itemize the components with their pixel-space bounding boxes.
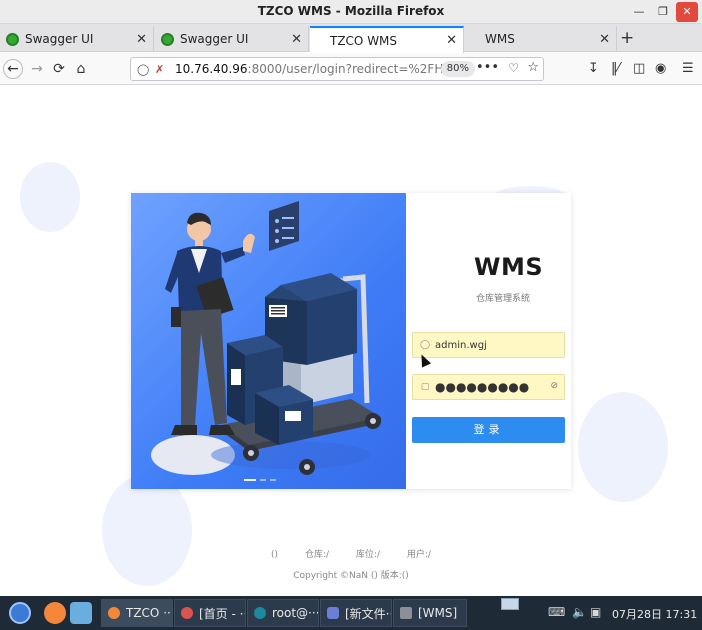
taskbar-item-browser[interactable]: [首页 - ··· — [174, 599, 246, 627]
tab-swagger-ui-1[interactable]: Swagger UI ✕ — [0, 26, 154, 52]
page-actions-more-icon[interactable]: ••• — [476, 60, 499, 75]
folder-icon — [400, 607, 412, 619]
page-viewport: WMS 仓库管理系统 ◯ admin.wgj ▢ ●●●●●●●●● ⊘ 登录 … — [0, 86, 702, 596]
background-decoration — [20, 162, 80, 232]
footer-link[interactable]: 用户:/ — [407, 550, 431, 560]
firefox-launcher-icon[interactable] — [44, 602, 66, 624]
hamburger-menu-icon[interactable]: ☰ — [682, 61, 694, 76]
brand-subtitle: 仓库管理系统 — [476, 294, 531, 304]
tab-strip: Swagger UI ✕ Swagger UI ✕ TZCO WMS ✕ WMS… — [0, 24, 702, 53]
address-bar[interactable]: ◯ ✗ 10.76.40.96:8000/user/login?redirect… — [130, 57, 544, 81]
password-value: ●●●●●●●●● — [435, 380, 530, 394]
insecure-lock-icon[interactable]: ✗ — [155, 63, 169, 76]
window-title: TZCO WMS - Mozilla Firefox — [257, 4, 445, 18]
warehouse-illustration — [131, 193, 406, 489]
home-icon[interactable]: ⌂ — [70, 58, 92, 80]
footer-link[interactable]: () — [271, 550, 278, 560]
zoom-level-badge[interactable]: 80% — [440, 61, 475, 77]
brand-title: WMS — [474, 253, 544, 281]
tab-label: TZCO WMS — [330, 33, 398, 48]
downloads-icon[interactable]: ↧ — [588, 61, 599, 76]
tab-wms[interactable]: WMS ✕ — [465, 26, 617, 52]
taskbar-item-editor[interactable]: [新文件··· — [320, 599, 392, 627]
swagger-favicon-icon — [161, 32, 174, 46]
sidebar-icon[interactable]: ◫ — [633, 61, 645, 76]
taskbar-item-label: [WMS] — [418, 606, 458, 620]
taskbar-item-terminal[interactable]: root@··· — [247, 599, 319, 627]
url-host: 10.76.40.96 — [175, 62, 248, 76]
terminal-icon — [254, 607, 266, 619]
taskbar-item-firefox[interactable]: TZCO ··· — [101, 599, 173, 627]
os-taskbar: TZCO ··· [首页 - ··· root@··· [新文件··· [WMS… — [0, 596, 702, 630]
reload-icon[interactable]: ⟳ — [48, 58, 70, 80]
taskbar-item-label: TZCO ··· — [126, 606, 173, 620]
tab-swagger-ui-2[interactable]: Swagger UI ✕ — [155, 26, 309, 52]
network-icon[interactable]: ▣ — [590, 605, 601, 619]
maximize-icon[interactable]: ❐ — [652, 2, 674, 22]
pocket-icon[interactable]: ♡ — [508, 61, 519, 75]
chrome-icon — [181, 607, 193, 619]
taskbar-item-label: root@··· — [272, 606, 319, 620]
tab-tzco-wms[interactable]: TZCO WMS ✕ — [310, 26, 464, 53]
editor-icon — [327, 607, 339, 619]
new-tab-icon[interactable]: + — [620, 28, 634, 48]
tab-label: Swagger UI — [180, 32, 249, 46]
eye-hidden-icon[interactable]: ⊘ — [550, 381, 558, 391]
forward-arrow-icon[interactable]: → — [26, 58, 48, 80]
close-tab-icon[interactable]: ✕ — [599, 32, 610, 47]
taskbar-item-label: [新文件··· — [345, 606, 392, 621]
close-tab-icon[interactable]: ✕ — [291, 32, 302, 47]
firefox-icon — [108, 607, 120, 619]
footer-links: () 仓库:/ 库位:/ 用户:/ — [0, 547, 702, 560]
illustration-svg — [151, 201, 381, 481]
navigation-toolbar: ← → ⟳ ⌂ ◯ ✗ 10.76.40.96:8000/user/login?… — [0, 53, 702, 85]
minimize-icon[interactable]: — — [628, 2, 650, 22]
keyboard-icon[interactable]: ⌨ — [548, 605, 565, 619]
taskbar-item-label: [首页 - ··· — [199, 606, 246, 621]
swagger-favicon-icon — [6, 32, 19, 46]
user-icon: ◯ — [419, 340, 431, 350]
footer-link[interactable]: 库位:/ — [356, 550, 380, 560]
password-input[interactable]: ▢ ●●●●●●●●● ⊘ — [412, 374, 565, 400]
close-tab-icon[interactable]: ✕ — [136, 32, 147, 47]
monitor-icon[interactable] — [501, 598, 519, 610]
bookmark-star-icon[interactable]: ☆ — [527, 60, 539, 75]
tab-label: Swagger UI — [25, 32, 94, 46]
taskbar-item-folder[interactable]: [WMS] — [393, 599, 467, 627]
footer-link[interactable]: 仓库:/ — [305, 550, 329, 560]
file-manager-launcher-icon[interactable] — [70, 602, 92, 624]
copyright-text: Copyright ©NaN () 版本:() — [293, 571, 409, 581]
back-arrow-icon[interactable]: ← — [3, 59, 23, 79]
url-path: :8000/user/login?redirect=%2FHome — [247, 62, 470, 76]
close-window-icon[interactable]: ✕ — [676, 2, 698, 22]
volume-icon[interactable]: 🔈 — [572, 605, 587, 619]
window-titlebar: TZCO WMS - Mozilla Firefox — ❐ ✕ — [0, 0, 702, 24]
username-value: admin.wgj — [435, 339, 487, 351]
close-tab-icon[interactable]: ✕ — [446, 33, 457, 48]
lock-icon: ▢ — [420, 382, 430, 392]
login-form: WMS 仓库管理系统 ◯ admin.wgj ▢ ●●●●●●●●● ⊘ 登录 — [406, 193, 571, 489]
account-icon[interactable]: ◉ — [655, 61, 666, 76]
background-decoration — [578, 392, 668, 502]
username-input[interactable]: ◯ admin.wgj — [412, 332, 565, 358]
start-menu-icon[interactable] — [9, 602, 31, 624]
clock[interactable]: 07月28日 17:31 — [612, 606, 697, 622]
login-button[interactable]: 登录 — [412, 417, 565, 443]
tracking-shield-icon[interactable]: ◯ — [137, 63, 151, 76]
library-icon[interactable]: ‖⁄ — [611, 61, 620, 76]
tab-label: WMS — [485, 32, 515, 46]
login-card: WMS 仓库管理系统 ◯ admin.wgj ▢ ●●●●●●●●● ⊘ 登录 — [131, 193, 571, 489]
